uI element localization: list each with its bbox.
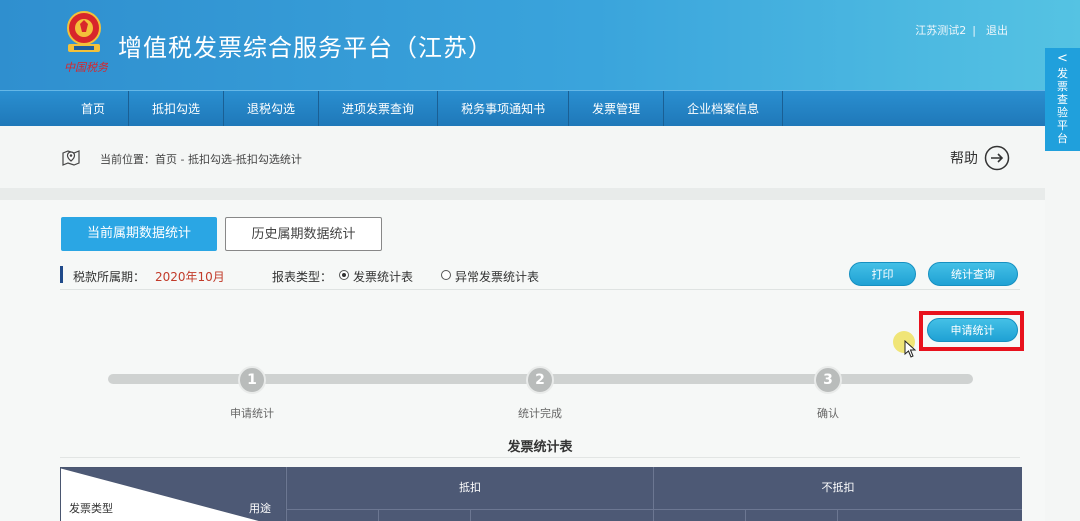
main-nav: 首页 抵扣勾选 退税勾选 进项发票查询 税务事项通知书 发票管理 企业档案信息	[0, 90, 1080, 127]
step-1-label: 申请统计	[230, 407, 274, 420]
radio-abnormal-stats[interactable]	[441, 270, 451, 280]
column-header-usage: 用途	[249, 502, 271, 515]
table-corner-header: 发票类型 用途	[60, 467, 286, 521]
print-button[interactable]: 打印	[849, 262, 916, 286]
report-type-label: 报表类型：	[272, 270, 333, 284]
help-label: 帮助	[950, 151, 978, 167]
step-2-circle: 2	[526, 366, 554, 394]
sub-header-cell	[378, 509, 470, 521]
side-tab-label: 发票查验平台	[1057, 67, 1068, 145]
sub-header-cell	[286, 509, 378, 521]
chevron-left-icon: <	[1057, 51, 1068, 66]
sub-header-cell	[745, 509, 837, 521]
step-2-label: 统计完成	[518, 407, 562, 420]
username[interactable]: 江苏测试2	[915, 24, 966, 37]
stats-table: 发票类型 用途 抵扣 不抵扣	[60, 467, 1022, 521]
emblem-text: 中国税务	[64, 61, 108, 74]
user-area: 江苏测试2 | 退出	[911, 22, 1008, 38]
statistics-panel: 当前属期数据统计 历史属期数据统计 税款所属期： 2020年10月 报表类型： …	[0, 200, 1045, 521]
nav-item-deduction-select[interactable]: 抵扣勾选	[129, 91, 225, 127]
map-location-icon	[62, 150, 80, 166]
logout-link[interactable]: 退出	[986, 24, 1008, 37]
tab-history-period[interactable]: 历史属期数据统计	[225, 217, 382, 251]
nav-item-tax-notice[interactable]: 税务事项通知书	[438, 91, 570, 127]
period-label: 税款所属期：	[73, 270, 146, 284]
section-divider	[0, 188, 1045, 200]
apply-stats-button[interactable]: 申请统计	[927, 318, 1018, 342]
radio-invoice-stats[interactable]	[339, 270, 349, 280]
sub-header-cell	[470, 509, 653, 521]
separator: |	[972, 24, 976, 37]
nav-item-refund-select[interactable]: 退税勾选	[224, 91, 320, 127]
invoice-verify-side-tab[interactable]: < 发票查验平台	[1045, 48, 1080, 151]
nav-item-input-invoice-query[interactable]: 进项发票查询	[319, 91, 439, 127]
breadcrumb-bar: 当前位置：首页 - 抵扣勾选-抵扣勾选统计 帮助	[0, 126, 1045, 188]
nav-item-enterprise-archive[interactable]: 企业档案信息	[664, 91, 784, 127]
tab-current-period[interactable]: 当前属期数据统计	[61, 217, 217, 251]
sub-header-cell	[653, 509, 745, 521]
column-group-non-deduct: 不抵扣	[653, 467, 1022, 509]
table-title: 发票统计表	[507, 440, 573, 455]
period-value: 2020年10月	[155, 270, 225, 284]
national-emblem-icon: 中国税务	[64, 11, 108, 74]
stats-query-button[interactable]: 统计查询	[928, 262, 1018, 286]
app-header: 中国税务 增值税发票综合服务平台（江苏） 江苏测试2 | 退出	[0, 0, 1080, 90]
step-3-label: 确认	[817, 407, 839, 420]
breadcrumb: 当前位置：首页 - 抵扣勾选-抵扣勾选统计	[100, 153, 302, 166]
step-3-circle: 3	[814, 366, 842, 394]
sub-header-cell	[837, 509, 1022, 521]
title-divider	[60, 457, 1020, 458]
help-link[interactable]: 帮助	[950, 145, 1010, 171]
nav-item-invoice-management[interactable]: 发票管理	[569, 91, 665, 127]
step-1-circle: 1	[238, 366, 266, 394]
mouse-cursor-icon	[904, 340, 917, 358]
accent-bar	[60, 266, 63, 283]
column-group-deduct: 抵扣	[286, 467, 653, 509]
radio-abnormal-stats-label[interactable]: 异常发票统计表	[455, 268, 539, 285]
arrow-right-circle-icon	[984, 145, 1010, 171]
page-title: 增值税发票综合服务平台（江苏）	[118, 34, 493, 62]
nav-item-home[interactable]: 首页	[58, 91, 130, 127]
column-header-invoice-type: 发票类型	[69, 502, 113, 515]
radio-invoice-stats-label[interactable]: 发票统计表	[353, 268, 413, 285]
